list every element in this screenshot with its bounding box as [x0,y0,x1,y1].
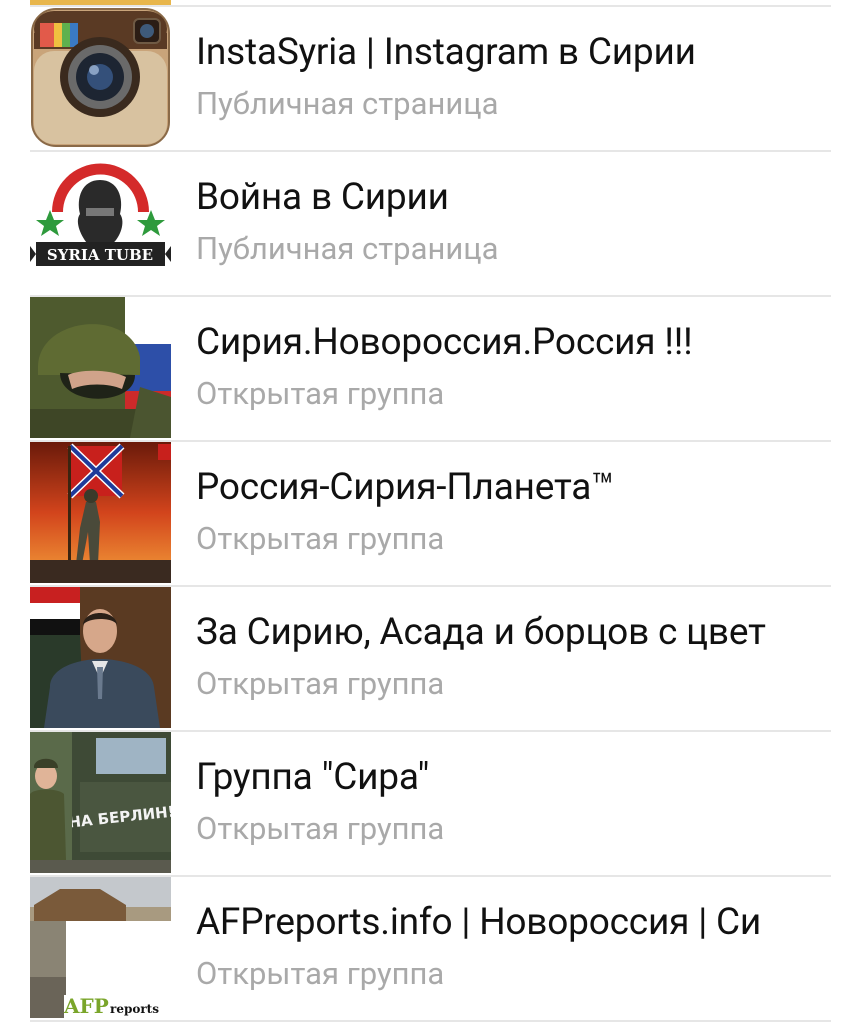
svg-text:AFP: AFP [63,994,109,1018]
soldier-helmet-photo [30,297,171,438]
soldier-truck-photo: НА БЕРЛИН! [30,732,171,873]
list-item[interactable]: Россия-Сирия-Планета™ Открытая группа [0,442,841,587]
list-item[interactable]: InstaSyria | Instagram в Сирии Публичная… [0,7,841,152]
divider [30,1020,831,1022]
afp-reports-logo: AFP reports [30,877,171,1018]
list-item[interactable]: SYRIA TUBE Война в Сирии Публичная стран… [0,152,841,297]
item-title: За Сирию, Асада и борцов с цвет [196,611,766,654]
item-subtitle: Открытая группа [196,955,445,992]
item-title: Война в Сирии [196,176,449,219]
instagram-camera-icon [30,7,171,148]
item-title: InstaSyria | Instagram в Сирии [196,31,696,74]
item-subtitle: Открытая группа [196,520,445,557]
syria-tube-logo: SYRIA TUBE [30,152,171,293]
list-item[interactable]: AFP reports AFPreports.info | Новороссия… [0,877,841,1022]
item-title: Сирия.Новороссия.Россия !!! [196,321,693,364]
list-item[interactable]: Сирия.Новороссия.Россия !!! Открытая гру… [0,297,841,442]
svg-text:reports: reports [110,1002,159,1016]
list-item[interactable]: НА БЕРЛИН! Группа "Сира" Открытая группа [0,732,841,877]
item-subtitle: Открытая группа [196,375,445,412]
item-subtitle: Публичная страница [196,85,499,122]
item-title: AFPreports.info | Новороссия | Си [196,901,762,944]
list-item[interactable]: За Сирию, Асада и борцов с цвет Открытая… [0,587,841,732]
flag-fire-soldier-image [30,442,171,583]
item-subtitle: Публичная страница [196,230,499,267]
item-subtitle: Открытая группа [196,665,445,702]
assad-portrait-photo [30,587,171,728]
svg-text:SYRIA TUBE: SYRIA TUBE [47,246,153,264]
item-subtitle: Открытая группа [196,810,445,847]
item-title: Россия-Сирия-Планета™ [196,466,615,509]
group-list: InstaSyria | Instagram в Сирии Публичная… [0,0,841,1024]
item-title: Группа "Сира" [196,756,430,799]
